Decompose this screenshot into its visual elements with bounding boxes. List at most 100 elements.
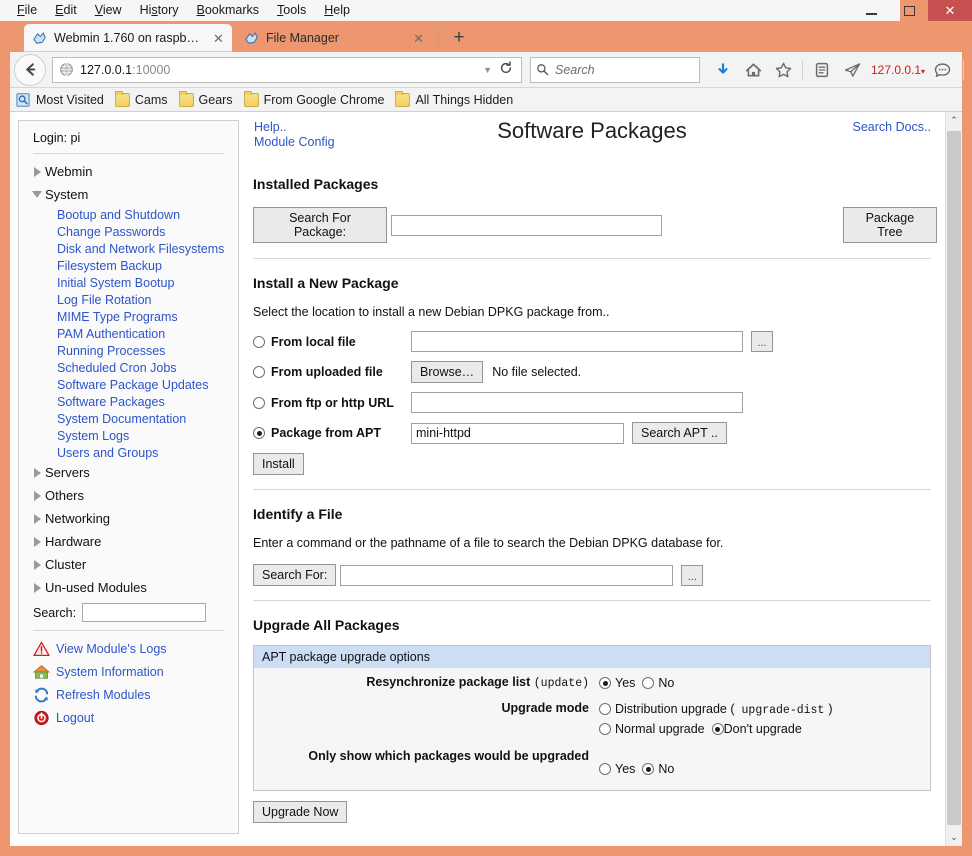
minimize-button[interactable]: [852, 0, 890, 21]
sidebar-category-un-used-modules[interactable]: Un-used Modules: [19, 576, 238, 599]
bookmark-cams[interactable]: Cams: [115, 93, 168, 107]
sidebar-item-software-package-updates[interactable]: Software Package Updates: [19, 376, 238, 393]
sidebar-item-system-documentation[interactable]: System Documentation: [19, 410, 238, 427]
search-for-package-input[interactable]: [391, 215, 662, 236]
menu-bookmarks[interactable]: Bookmarks: [188, 0, 269, 21]
bookmark-from-google-chrome[interactable]: From Google Chrome: [244, 93, 385, 107]
toolbar-separator: [802, 60, 803, 80]
install-button[interactable]: Install: [253, 453, 304, 475]
radio-package-from-apt[interactable]: [253, 427, 265, 439]
host-indicator[interactable]: 127.0.0.1▾: [871, 63, 925, 77]
download-icon[interactable]: [708, 56, 738, 84]
search-for-package-button[interactable]: Search For Package:: [253, 207, 387, 243]
back-button[interactable]: [14, 54, 46, 86]
sidebar-category-networking[interactable]: Networking: [19, 507, 238, 530]
reload-icon[interactable]: [499, 61, 513, 78]
sidebar-item-filesystem-backup[interactable]: Filesystem Backup: [19, 257, 238, 274]
menu-history[interactable]: History: [131, 0, 188, 21]
most-visited-icon: [16, 93, 31, 107]
host-indicator-caret: ▾: [921, 67, 925, 76]
toolbar-separator: [963, 60, 964, 80]
radio-from-uploaded-file[interactable]: [253, 366, 265, 378]
sidebar-category-label: System: [45, 187, 88, 202]
search-input[interactable]: Search: [530, 57, 700, 83]
sidebar-item-pam-authentication[interactable]: PAM Authentication: [19, 325, 238, 342]
menu-help[interactable]: Help: [315, 0, 359, 21]
sidebar-category-others[interactable]: Others: [19, 484, 238, 507]
radio-resync-no[interactable]: [642, 677, 654, 689]
library-icon[interactable]: [807, 56, 837, 84]
vertical-scrollbar[interactable]: ⌃ ⌄: [945, 112, 962, 846]
radio-show-only-yes[interactable]: [599, 763, 611, 775]
upgrade-now-button[interactable]: Upgrade Now: [253, 801, 347, 823]
sidebar-item-users-and-groups[interactable]: Users and Groups: [19, 444, 238, 461]
scrollbar-thumb[interactable]: [947, 131, 961, 825]
bookmark-label: From Google Chrome: [264, 93, 385, 107]
sidebar-category-label: Servers: [45, 465, 90, 480]
home-icon[interactable]: [738, 56, 768, 84]
sidebar-item-log-file-rotation[interactable]: Log File Rotation: [19, 291, 238, 308]
sidebar-logout[interactable]: Logout: [19, 706, 238, 729]
sidebar-item-running-processes[interactable]: Running Processes: [19, 342, 238, 359]
sidebar-item-scheduled-cron-jobs[interactable]: Scheduled Cron Jobs: [19, 359, 238, 376]
sidebar-system-information[interactable]: System Information: [19, 660, 238, 683]
sidebar-item-change-passwords[interactable]: Change Passwords: [19, 223, 238, 240]
radio-normal-upgrade[interactable]: [599, 723, 611, 735]
scroll-up-icon[interactable]: ⌃: [946, 112, 962, 129]
bookmark-star-icon[interactable]: [768, 56, 798, 84]
send-icon[interactable]: [837, 56, 867, 84]
url-input[interactable]: [411, 392, 743, 413]
close-button[interactable]: ✕: [928, 0, 972, 21]
tab-close-icon[interactable]: ✕: [213, 32, 224, 45]
radio-from-local-file[interactable]: [253, 336, 265, 348]
sidebar-category-system[interactable]: System: [19, 183, 238, 206]
radio-resync-yes[interactable]: [599, 677, 611, 689]
upgrade-dist-code: upgrade-dist: [742, 704, 825, 717]
sidebar-item-software-packages[interactable]: Software Packages: [19, 393, 238, 410]
bookmark-gears[interactable]: Gears: [179, 93, 233, 107]
upload-browse-button[interactable]: Browse…: [411, 361, 483, 383]
scroll-down-icon[interactable]: ⌄: [946, 829, 962, 846]
new-tab-button[interactable]: +: [448, 29, 470, 49]
radio-distribution-upgrade[interactable]: [599, 703, 611, 715]
sidebar-item-mime-type-programs[interactable]: MIME Type Programs: [19, 308, 238, 325]
menu-edit[interactable]: Edit: [46, 0, 86, 21]
search-apt-button[interactable]: Search APT ..: [632, 422, 727, 444]
menu-tools[interactable]: Tools: [268, 0, 315, 21]
bookmark-most-visited[interactable]: Most Visited: [16, 93, 104, 107]
sidebar-category-cluster[interactable]: Cluster: [19, 553, 238, 576]
local-file-input[interactable]: [411, 331, 743, 352]
identify-description: Enter a command or the pathname of a fil…: [253, 536, 937, 550]
maximize-button[interactable]: [890, 0, 928, 21]
address-dropdown-icon[interactable]: ▼: [483, 65, 492, 75]
tab-file-manager[interactable]: File Manager ✕: [236, 24, 432, 52]
sidebar-category-hardware[interactable]: Hardware: [19, 530, 238, 553]
identify-browse-button[interactable]: ...: [681, 565, 703, 586]
sidebar-item-disk-and-network-filesystems[interactable]: Disk and Network Filesystems: [19, 240, 238, 257]
tab-webmin[interactable]: Webmin 1.760 on raspberr... ✕: [24, 24, 232, 52]
radio-dont-upgrade[interactable]: [712, 723, 724, 735]
radio-from-ftp-or-http-url[interactable]: [253, 397, 265, 409]
tab-close-icon[interactable]: ✕: [413, 32, 424, 45]
chat-icon[interactable]: [927, 56, 957, 84]
package-tree-button[interactable]: Package Tree: [843, 207, 937, 243]
identify-search-button[interactable]: Search For:: [253, 564, 336, 586]
sidebar-category-servers[interactable]: Servers: [19, 461, 238, 484]
local-file-browse-button[interactable]: ...: [751, 331, 773, 352]
sidebar-item-system-logs[interactable]: System Logs: [19, 427, 238, 444]
menu-file[interactable]: File: [8, 0, 46, 21]
address-bar[interactable]: 127.0.0.1:10000 ▼: [52, 57, 522, 83]
menu-view[interactable]: View: [86, 0, 131, 21]
search-docs-link[interactable]: Search Docs..: [852, 120, 931, 134]
sidebar-refresh-modules[interactable]: Refresh Modules: [19, 683, 238, 706]
sidebar-view-module-logs[interactable]: View Module's Logs: [19, 637, 238, 660]
radio-show-only-no[interactable]: [642, 763, 654, 775]
bookmark-all-things-hidden[interactable]: All Things Hidden: [395, 93, 513, 107]
sidebar-item-bootup-and-shutdown[interactable]: Bootup and Shutdown: [19, 206, 238, 223]
sidebar-category-webmin[interactable]: Webmin: [19, 160, 238, 183]
identify-search-input[interactable]: [340, 565, 673, 586]
sidebar-search-input[interactable]: [82, 603, 206, 622]
sidebar-item-initial-system-bootup[interactable]: Initial System Bootup: [19, 274, 238, 291]
apt-package-input[interactable]: [411, 423, 624, 444]
radio-label-distribution-upgrade-end: ): [828, 702, 832, 716]
